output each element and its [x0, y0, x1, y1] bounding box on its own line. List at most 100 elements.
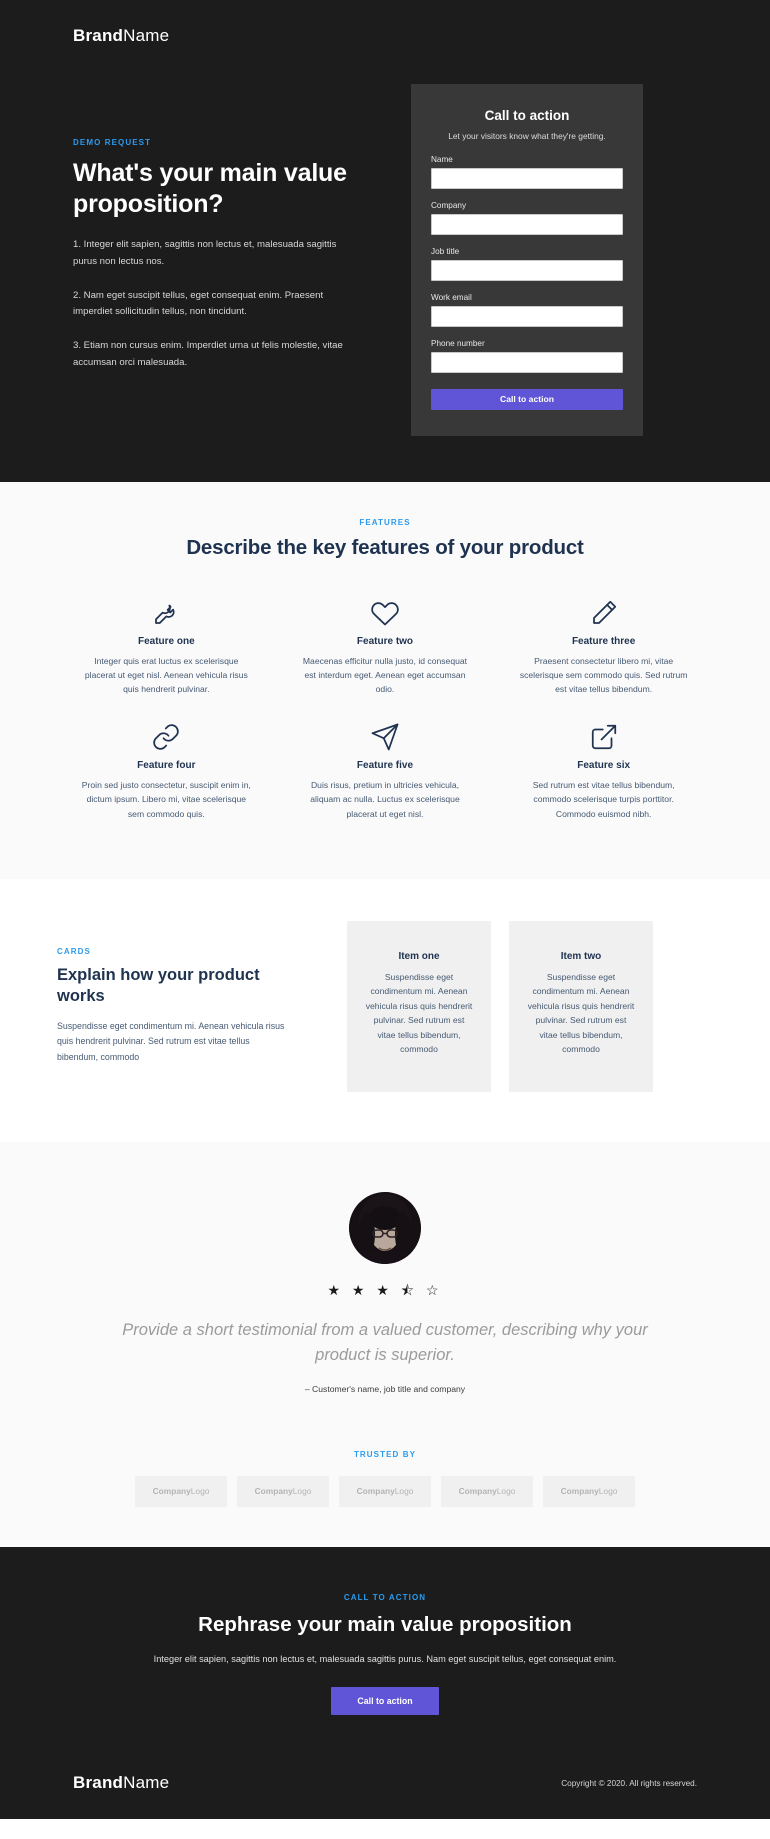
field-label-work-email: Work email — [431, 292, 472, 302]
footer-brand-light: Name — [123, 1773, 170, 1793]
logo-row: Company Logo Company Logo Company Logo Comp… — [57, 1475, 713, 1507]
feature-card-six: Feature six Sed rutrum est vitae tellus … — [494, 706, 713, 831]
avatar — [349, 1192, 421, 1265]
logo-bold: Company — [458, 1486, 497, 1497]
company-logo-2: Company Logo — [237, 1475, 329, 1507]
cards-paragraph: Suspendisse eget condimentum mi. Aenean … — [57, 1021, 285, 1062]
cards-eyebrow: CARDS — [57, 946, 91, 956]
field-label-name: Name — [431, 154, 453, 164]
final-cta-paragraph: Integer elit sapien, sagittis non lectus… — [153, 1653, 617, 1664]
card-item-two[interactable]: Item two Suspendisse eget condimentum mi… — [509, 920, 653, 1093]
trusted-by-section: TRUSTED BY Company Logo Company Logo Compa… — [0, 1423, 770, 1547]
footer: BrandName Copyright © 2020. All rights r… — [57, 1755, 713, 1819]
pen-icon — [516, 596, 691, 630]
final-cta-button[interactable]: Call to action — [331, 1687, 439, 1716]
features-grid: Feature one Integer quis erat luctus ex … — [57, 582, 713, 831]
feature-desc: Duis risus, pretium in ultricies vehicul… — [310, 780, 460, 819]
feature-card-five: Feature five Duis risus, pretium in ultr… — [276, 706, 495, 831]
footer-brand-bold: Brand — [73, 1773, 124, 1793]
logo-bold: Company — [152, 1486, 191, 1497]
external-link-icon — [516, 720, 691, 754]
feature-title: Feature three — [571, 635, 636, 647]
logo-light: Logo — [292, 1486, 312, 1497]
final-cta-eyebrow: CALL TO ACTION — [343, 1592, 427, 1602]
hero-paragraph-3: 3. Etiam non cursus enim. Imperdiet urna… — [73, 340, 343, 368]
work-email-input[interactable] — [431, 305, 623, 327]
feature-title: Feature five — [356, 760, 414, 772]
brand-logo-light: Name — [123, 26, 170, 45]
trusted-eyebrow: TRUSTED BY — [353, 1449, 417, 1459]
field-company: Company — [431, 201, 623, 235]
logo-light: Logo — [598, 1486, 618, 1497]
logo-light: Logo — [190, 1486, 210, 1497]
lead-capture-form: Call to action Let your visitors know wh… — [411, 84, 643, 436]
feature-desc: Proin sed justo consectetur, suscipit en… — [81, 780, 251, 819]
cards-section: CARDS Explain how your product works Sus… — [0, 878, 770, 1143]
job-title-input[interactable] — [431, 259, 623, 281]
feature-title: Feature one — [137, 635, 195, 647]
form-title: Call to action — [484, 108, 570, 123]
card-text: Suspendisse eget condimentum mi. Aenean … — [365, 971, 473, 1054]
testimonial-quote: Provide a short testimonial from a value… — [122, 1321, 648, 1365]
feature-desc: Integer quis erat luctus ex scelerisque … — [84, 655, 248, 695]
hero-section: BrandName DEMO REQUEST What's your main … — [0, 0, 770, 482]
company-input[interactable] — [431, 213, 623, 235]
final-cta-section: CALL TO ACTION Rephrase your main value … — [0, 1546, 770, 1820]
brand-logo-bold: Brand — [73, 26, 124, 45]
feature-card-three: Feature three Praesent consectetur liber… — [494, 582, 713, 707]
feature-desc: Maecenas efficitur nulla justo, id conse… — [302, 655, 468, 695]
name-input[interactable] — [431, 167, 623, 189]
footer-brand-logo[interactable]: BrandName — [73, 1773, 169, 1793]
brand-logo[interactable]: BrandName — [57, 26, 713, 46]
features-heading: Describe the key features of your produc… — [186, 535, 584, 559]
logo-bold: Company — [254, 1486, 293, 1497]
company-logo-1: Company Logo — [135, 1475, 227, 1507]
form-subtitle: Let your visitors know what they're gett… — [448, 131, 606, 141]
logo-light: Logo — [394, 1486, 414, 1497]
feature-card-four: Feature four Proin sed justo consectetur… — [57, 706, 276, 831]
hero-heading: What's your main value proposition? — [73, 159, 347, 218]
field-work-email: Work email — [431, 293, 623, 327]
send-icon — [298, 720, 473, 754]
features-section: FEATURES Describe the key features of yo… — [0, 481, 770, 879]
field-phone-number: Phone number — [431, 339, 623, 373]
company-logo-4: Company Logo — [441, 1475, 533, 1507]
feature-title: Feature two — [356, 635, 414, 647]
card-title: Item two — [560, 950, 602, 962]
final-cta-heading: Rephrase your main value proposition — [198, 1612, 572, 1636]
field-label-phone-number: Phone number — [431, 338, 485, 348]
field-job-title: Job title — [431, 247, 623, 281]
cards-heading: Explain how your product works — [57, 965, 260, 1005]
logo-bold: Company — [356, 1486, 395, 1497]
copyright-text: Copyright © 2020. All rights reserved. — [561, 1778, 697, 1788]
hero-paragraph-1: 1. Integer elit sapien, sagittis non lec… — [73, 239, 337, 267]
hero-eyebrow: DEMO REQUEST — [73, 138, 152, 147]
feature-card-one: Feature one Integer quis erat luctus ex … — [57, 582, 276, 707]
link-icon — [79, 720, 254, 754]
logo-bold: Company — [560, 1486, 599, 1497]
phone-number-input[interactable] — [431, 351, 623, 373]
hero-copy: DEMO REQUEST What's your main value prop… — [57, 84, 357, 372]
field-label-job-title: Job title — [431, 246, 460, 256]
cards-list: Item one Suspendisse eget condimentum mi… — [347, 920, 653, 1093]
testimonial-section: ★ ★ ★ ⯪ ☆ Provide a short testimonial fr… — [0, 1142, 770, 1424]
form-submit-button[interactable]: Call to action — [431, 388, 623, 410]
features-eyebrow: FEATURES — [359, 517, 411, 527]
card-text: Suspendisse eget condimentum mi. Aenean … — [527, 971, 635, 1054]
landing-page: BrandName DEMO REQUEST What's your main … — [0, 0, 770, 1820]
company-logo-3: Company Logo — [339, 1475, 431, 1507]
company-logo-5: Company Logo — [543, 1475, 635, 1507]
card-item-one[interactable]: Item one Suspendisse eget condimentum mi… — [347, 920, 491, 1093]
feature-desc: Praesent consectetur libero mi, vitae sc… — [519, 655, 688, 695]
heart-icon — [298, 596, 473, 630]
feature-title: Feature six — [577, 760, 631, 772]
star-rating: ★ ★ ★ ⯪ ☆ — [327, 1282, 443, 1299]
cards-copy: CARDS Explain how your product works Sus… — [57, 921, 289, 1065]
wrench-icon — [79, 596, 254, 630]
field-name: Name — [431, 155, 623, 189]
feature-title: Feature four — [137, 760, 196, 772]
logo-light: Logo — [496, 1486, 516, 1497]
field-label-company: Company — [431, 200, 467, 210]
hero-paragraph-2: 2. Nam eget suscipit tellus, eget conseq… — [73, 289, 324, 318]
testimonial-attribution: – Customer's name, job title and company — [304, 1383, 466, 1394]
